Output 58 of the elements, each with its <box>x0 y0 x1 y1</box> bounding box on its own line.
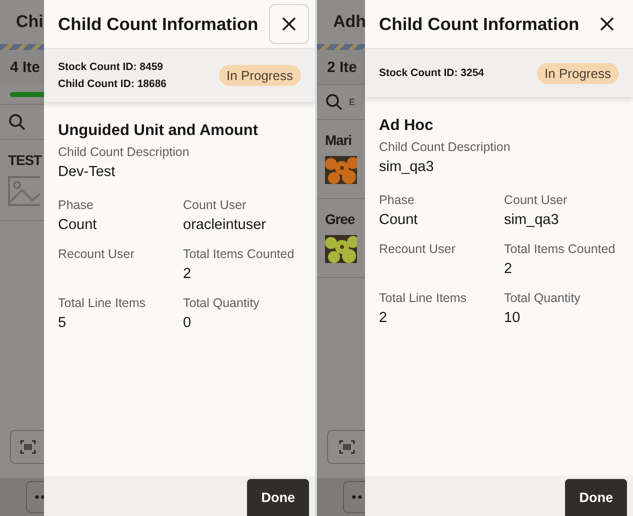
count-id: Stock Count ID: 3254 <box>379 67 484 79</box>
status-badge: In Progress <box>536 62 619 84</box>
field-label: Child Count Description <box>379 140 512 154</box>
barcode-icon <box>338 440 354 454</box>
scan-button[interactable] <box>327 430 365 464</box>
field-label: Total Line Items <box>58 296 147 310</box>
panel-title: Child Count Information <box>379 14 580 34</box>
field-value: 0 <box>183 315 192 331</box>
field-label: Recount User <box>58 247 136 261</box>
search-icon[interactable] <box>8 113 26 131</box>
status-badge: In Progress <box>218 65 301 86</box>
close-icon <box>600 17 614 31</box>
field-label: Count User <box>504 193 568 207</box>
field-label: Total Items Counted <box>183 247 296 261</box>
page-title: Adh <box>333 12 366 32</box>
field-label: Total Quantity <box>504 291 582 305</box>
panel-title: Child Count Information <box>58 14 258 34</box>
field-value: sim_qa3 <box>504 212 560 228</box>
image-placeholder-icon <box>8 176 40 206</box>
field-value: Count <box>58 217 98 233</box>
count-id: Child Count ID: 18686 <box>58 78 167 90</box>
field-value: oracleintuser <box>183 217 268 233</box>
scan-button[interactable] <box>10 430 44 464</box>
field-value: 2 <box>379 310 388 326</box>
barcode-icon <box>20 440 36 454</box>
count-type: Ad Hoc <box>379 117 434 135</box>
count-id: Stock Count ID: 8459 <box>58 61 164 73</box>
search-placeholder: E <box>349 97 356 107</box>
item-count: 2 Ite <box>327 58 358 76</box>
field-value: Dev-Test <box>58 164 116 180</box>
more-icon <box>35 495 47 499</box>
field-label: Child Count Description <box>58 145 190 159</box>
field-label: Total Quantity <box>183 296 260 310</box>
progress-bar <box>10 92 44 96</box>
field-value: sim_qa3 <box>379 159 435 175</box>
close-button[interactable] <box>269 4 309 44</box>
field-value: 10 <box>504 310 522 326</box>
field-value: 2 <box>504 261 514 277</box>
item-name: Gree <box>325 211 355 227</box>
done-button[interactable]: Done <box>247 479 309 516</box>
item-count: 4 Ite <box>10 58 40 76</box>
field-label: Total Line Items <box>379 291 468 305</box>
close-icon <box>282 17 296 31</box>
item-name: Mari <box>325 132 352 148</box>
done-button[interactable]: Done <box>565 479 627 516</box>
field-label: Recount User <box>379 242 456 256</box>
field-value: 2 <box>183 266 192 282</box>
search-icon[interactable] <box>325 93 343 111</box>
count-type: Unguided Unit and Amount <box>58 122 260 140</box>
more-icon <box>352 495 364 499</box>
field-label: Phase <box>58 198 94 212</box>
field-value: Count <box>379 212 419 228</box>
field-value: 5 <box>58 315 68 331</box>
page-title: Chi <box>16 12 44 32</box>
field-label: Phase <box>379 193 416 207</box>
item-name: TEST <box>8 152 42 168</box>
field-label: Total Items Counted <box>504 242 616 256</box>
field-label: Count User <box>183 198 248 212</box>
